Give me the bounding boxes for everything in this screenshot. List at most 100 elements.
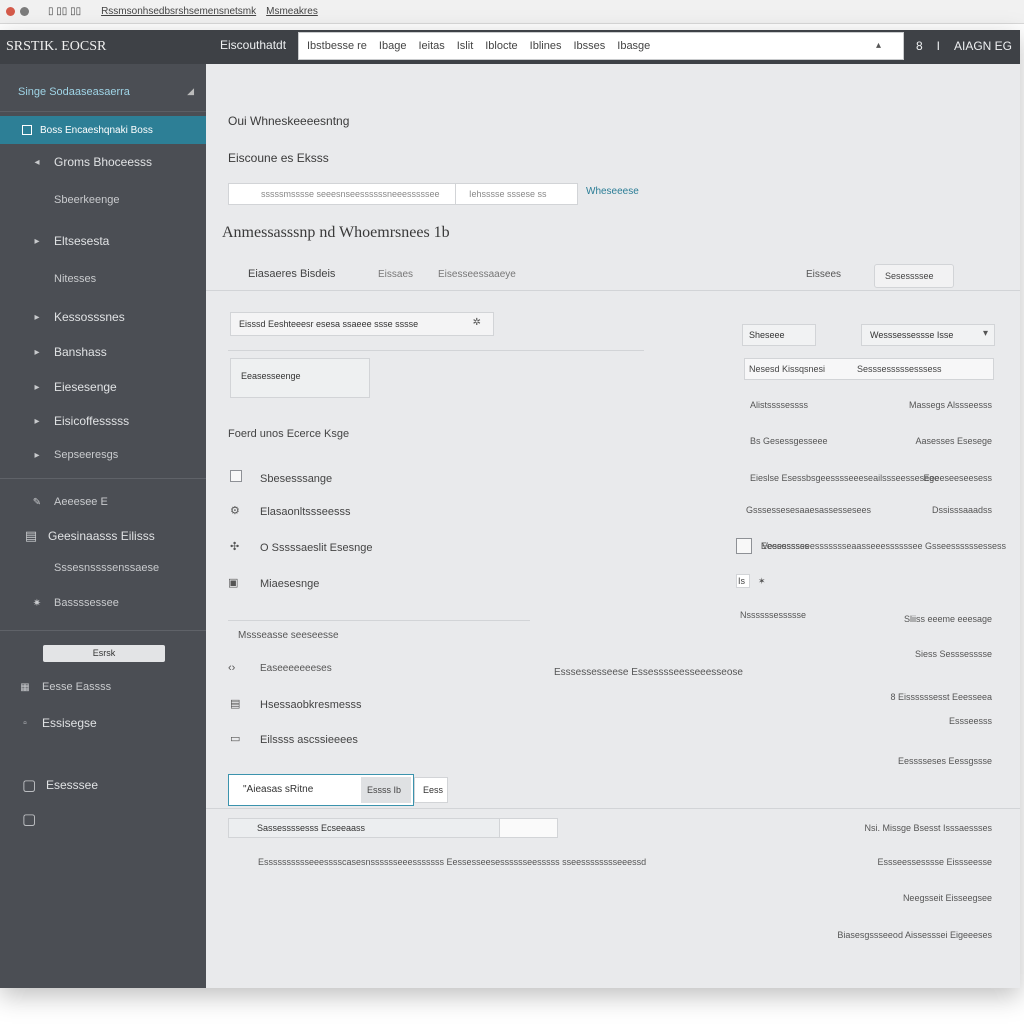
gear-icon[interactable]: ✲ — [473, 317, 481, 328]
tab-3[interactable]: Eisesseessaaeye — [438, 269, 516, 280]
sidebar-item-3[interactable]: ▸ Eltsesesta — [0, 234, 206, 248]
address-item[interactable]: Ibsses — [573, 40, 605, 52]
grid-icon: ▦ — [20, 681, 30, 693]
browser-tab-title-2[interactable]: Msmeakres — [266, 6, 318, 17]
right-row-left: Bs Gesessgesseee — [750, 436, 828, 446]
sidebar-item-label: Sssesnssssenssaese — [54, 562, 160, 574]
minimize-dot-icon[interactable] — [20, 7, 29, 16]
list-title: Foerd unos Ecerce Ksge — [228, 428, 350, 440]
menu-icon[interactable]: I — [937, 39, 940, 53]
right-select-2-label: Wesssessessse Isse — [870, 330, 954, 340]
group-item-3[interactable]: Eilssss ascssieeees — [260, 734, 358, 746]
sidebar-bottom-item-2[interactable]: ▫ Essisegse — [0, 716, 206, 730]
right-text: Siess Sesssesssse — [914, 649, 992, 659]
browser-tab-strip: ▯ ▯▯ ▯▯ Rssmsonhsedbsrshsemensnetsmk Msm… — [0, 0, 1024, 24]
address-bar[interactable]: Ibstbesse re Ibage Ieitas Islit Iblocte … — [298, 32, 904, 60]
right-text: Neegsseit Eisseegsee — [902, 893, 992, 903]
tab-2[interactable]: Eissaes — [378, 269, 413, 280]
list-item-4[interactable]: Miaesesnge — [260, 578, 319, 590]
right-select-2[interactable]: Wesssessessse Isse ▾ — [861, 324, 995, 346]
user-menu[interactable]: AIAGN EG — [954, 39, 1012, 53]
address-item[interactable]: Islit — [457, 40, 474, 52]
checkbox-icon[interactable] — [736, 538, 752, 554]
sidebar-bottom-item-3[interactable]: ▢ Esesssee — [0, 776, 206, 794]
sidebar-item-7[interactable]: ▸ Eiesesenge — [0, 380, 206, 394]
right-select-1-label: Sheseee — [749, 330, 785, 340]
sidebar-item-label: Groms Bhoceesss — [54, 155, 153, 169]
address-item[interactable]: Iblocte — [485, 40, 517, 52]
square-icon: ▫ — [23, 717, 27, 729]
list-item-1[interactable]: Sbesesssange — [260, 473, 332, 485]
top-bar: Eiscouthatdt Ibstbesse re Ibage Ieitas I… — [206, 30, 1020, 64]
sidebar-item-9[interactable]: ▸ Sepseeresgs — [0, 449, 206, 461]
sidebar-item-11[interactable]: ▤ Geesinaasss Eilisss — [0, 528, 206, 544]
sidebar-dropdown[interactable]: Singe Sodaaseasaerra ◢ — [0, 72, 206, 112]
sidebar-item-13[interactable]: ✷ Bassssessee — [0, 597, 206, 609]
misc-label: Nssssssessssse — [740, 610, 807, 620]
sidebar-item-5[interactable]: ▸ Kessosssnes — [0, 310, 206, 324]
tab-right-label: Eissees — [806, 269, 842, 280]
sidebar-item-4[interactable]: Nitesses — [0, 273, 206, 285]
sidebar-bottom-item-4[interactable]: ▢ — [0, 810, 206, 828]
tab-divider — [206, 290, 1020, 291]
address-item[interactable]: Ieitas — [418, 40, 444, 52]
group-item-2[interactable]: Hsessaobkresmesss — [260, 699, 361, 711]
sidebar-item-label: Sepseeresgs — [54, 449, 119, 461]
gear-icon: ⚙ — [230, 505, 240, 517]
footer-divider — [206, 808, 1020, 809]
sidebar-action-button[interactable]: Esrsk — [43, 645, 165, 662]
sidebar-item-8[interactable]: ▸ Eisicoffesssss — [0, 414, 206, 428]
browser-icons: ▯ ▯▯ ▯▯ — [48, 6, 82, 17]
address-item[interactable]: Ibstbesse re — [307, 40, 367, 52]
section-title: Anmessasssnp nd Whoemrsnees 1b — [222, 224, 450, 241]
sidebar-bottom-item-1[interactable]: ▦ Eesse Eassss — [0, 681, 206, 693]
address-item[interactable]: Ibasge — [617, 40, 650, 52]
sidebar-dropdown-label: Singe Sodaaseasaerra — [18, 85, 130, 98]
chevron-down-icon[interactable]: ▴ — [876, 40, 881, 51]
sidebar-item-label: Eisicoffesssss — [54, 414, 130, 428]
tab-right-button[interactable]: Sesessssee — [874, 264, 954, 288]
address-item[interactable]: Ibage — [379, 40, 407, 52]
filter-text: Eisssd Eeshteeesr esesa ssaeee ssse ssss… — [239, 319, 419, 329]
notification-icon[interactable]: 8 — [916, 39, 923, 53]
chevron-down-icon: ◢ — [187, 86, 194, 96]
image-icon: ▣ — [228, 577, 239, 589]
footer-field[interactable]: Sassessssesss Ecseeaass — [228, 818, 558, 838]
checkbox-icon[interactable] — [230, 470, 242, 482]
small-button-label: Eess — [423, 785, 444, 795]
filter-box[interactable]: Eisssd Eeshteeesr esesa ssaeee ssse ssss… — [230, 312, 494, 336]
chevron-right-icon: ▸ — [34, 346, 40, 358]
chevron-right-icon: ▸ — [34, 311, 40, 323]
sidebar-item-6[interactable]: ▸ Banshass — [0, 345, 206, 359]
search-suffix: Iehsssse sssese ss — [469, 189, 547, 199]
sidebar-item-label: Esesssee — [46, 778, 99, 792]
sidebar-item-active[interactable]: Boss Encaeshqnaki Boss — [0, 116, 206, 144]
browser-tab-title[interactable]: Rssmsonhsedbsrshsemensnetsmk — [101, 6, 256, 17]
chevron-down-icon: ▾ — [982, 328, 988, 339]
sidebar-item-12[interactable]: Sssesnssssenssaese — [0, 562, 206, 574]
text-input-value: "Aieasas sRitne — [243, 784, 314, 795]
footer-note: Esssssssssseeesssscasesnsssssseeesssssss… — [258, 857, 647, 867]
sidebar-item-label: Sbeerkeenge — [54, 194, 120, 206]
search-link[interactable]: Wheseeese — [586, 186, 639, 197]
sidebar-item-label: Eesse Eassss — [42, 681, 112, 693]
right-row-right: Aasesses Esesege — [915, 436, 992, 446]
sidebar-item-1[interactable]: ◂ Groms Bhoceesss — [0, 155, 206, 169]
page-title: Oui Whneskeeeesntng — [228, 114, 350, 128]
right-select-1[interactable]: Sheseee — [742, 324, 816, 346]
sidebar-item-2[interactable]: Sbeerkeenge — [0, 194, 206, 206]
sidebar-item-10[interactable]: ✎ Aeeesee E — [0, 496, 206, 508]
small-row-box[interactable]: Is — [736, 574, 750, 588]
filter-button[interactable]: Eeasesseenge — [230, 358, 370, 398]
star-icon: ✷ — [32, 597, 42, 609]
close-dot-icon[interactable] — [6, 7, 15, 16]
pencil-icon: ✎ — [32, 496, 42, 508]
text-input[interactable]: "Aieasas sRitne Essss Ib — [228, 774, 414, 806]
search-input[interactable]: sssssmsssse seeesnseessssssneeesssssee I… — [228, 183, 578, 205]
small-button[interactable]: Eess — [414, 777, 448, 803]
list-item-3[interactable]: O Sssssaeslit Esesnge — [260, 542, 373, 554]
group-item-1[interactable]: Easeeeeeeeses — [260, 663, 332, 674]
tab-1[interactable]: Eiasaeres Bisdeis — [248, 268, 335, 280]
list-item-2[interactable]: Elasaonltssseesss — [260, 506, 351, 518]
address-item[interactable]: Iblines — [530, 40, 562, 52]
